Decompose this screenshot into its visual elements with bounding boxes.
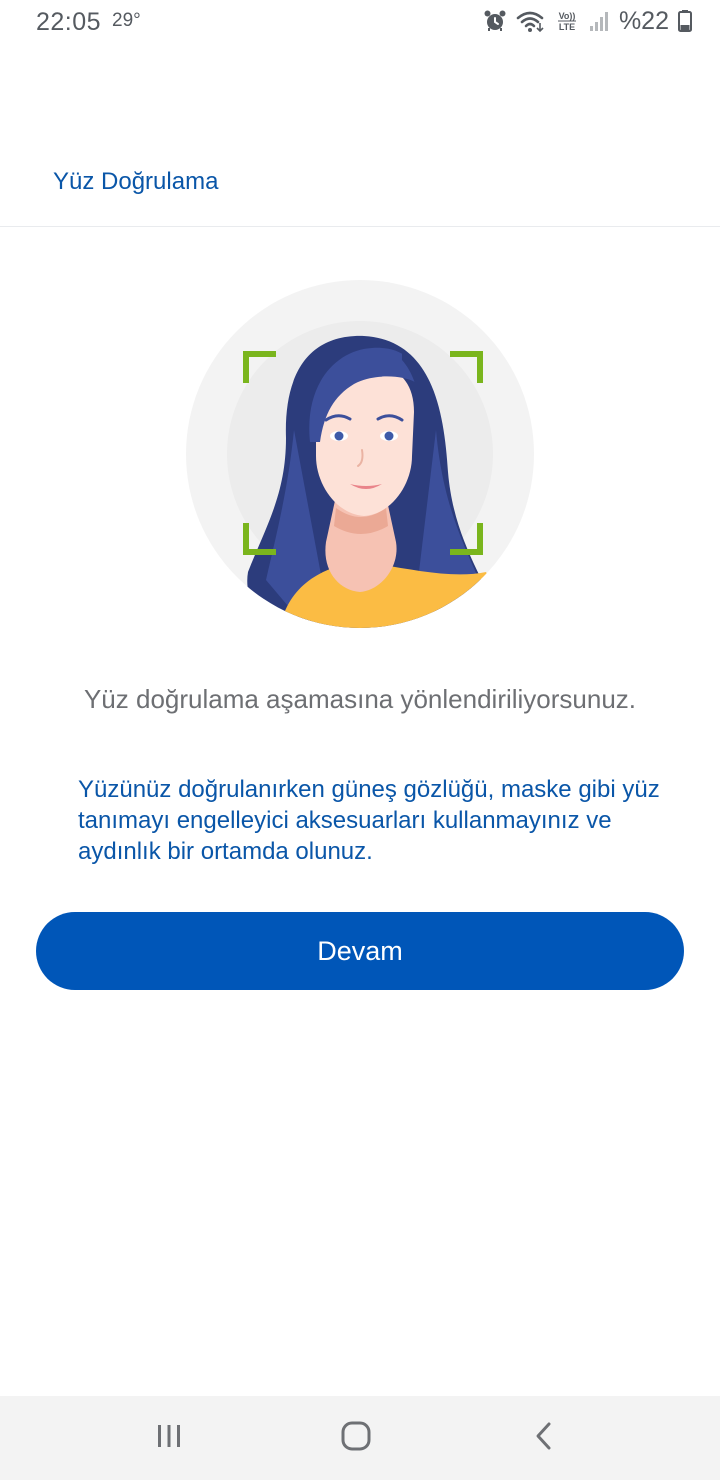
- continue-button[interactable]: Devam: [36, 912, 684, 990]
- battery-icon: [678, 9, 692, 33]
- info-text: Yüzünüz doğrulanırken güneş gözlüğü, mas…: [78, 776, 660, 865]
- status-temperature: 29°: [112, 10, 141, 31]
- recent-apps-button[interactable]: [137, 1414, 201, 1462]
- status-icons: Vo)) LTE %22: [483, 6, 692, 36]
- navigation-bar: [0, 1396, 720, 1480]
- home-icon: [340, 1420, 372, 1457]
- battery-percent: %22: [618, 6, 669, 35]
- alarm-icon: [483, 9, 507, 33]
- home-button[interactable]: [324, 1414, 388, 1462]
- back-button[interactable]: [512, 1414, 576, 1462]
- status-time: 22:05: [36, 8, 102, 36]
- recent-apps-icon: [155, 1422, 183, 1455]
- face-verification-illustration: [186, 280, 534, 628]
- svg-text:LTE: LTE: [559, 22, 575, 32]
- wifi-icon: [516, 9, 546, 33]
- page-header: Yüz Doğrulama: [0, 44, 720, 227]
- signal-icon: [588, 9, 610, 33]
- lead-text: Yüz doğrulama aşamasına yönlendiriliyors…: [83, 684, 637, 714]
- volte-icon: Vo)) LTE: [555, 9, 579, 33]
- svg-text:Vo)): Vo)): [559, 11, 576, 21]
- status-bar: 22:05 29° Vo)) LTE %22: [0, 0, 720, 44]
- back-icon: [532, 1421, 556, 1456]
- page-title: Yüz Doğrulama: [53, 168, 219, 195]
